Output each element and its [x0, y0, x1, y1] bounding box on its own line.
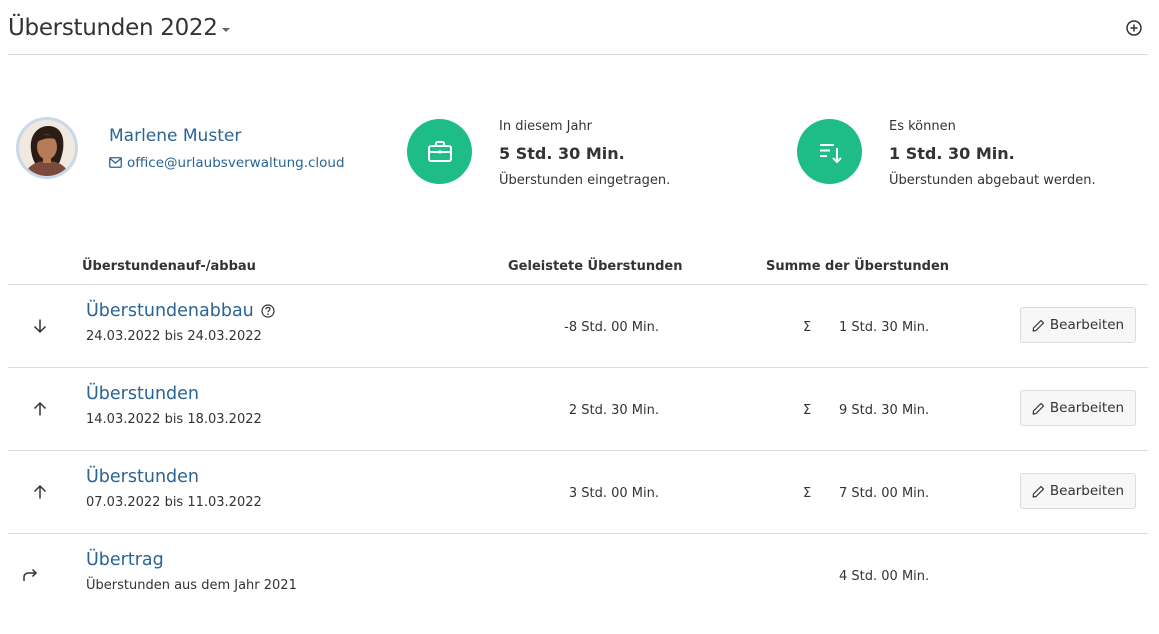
column-header-worked: Geleistete Überstunden: [508, 259, 683, 274]
row-worked: -8 Std. 00 Min.: [564, 320, 659, 335]
stat-value: 5 Std. 30 Min.: [499, 144, 625, 163]
row-title: Überstunden: [86, 384, 200, 404]
avatar: [16, 117, 78, 179]
person-profile: Marlene Muster office@urlaubsverwaltung.…: [16, 117, 345, 179]
row-subtitle: 07.03.2022 bis 11.03.2022: [86, 495, 262, 510]
year-selector[interactable]: Überstunden 2022: [8, 15, 230, 41]
overtime-table: Überstundenauf-/abbau Geleistete Überstu…: [8, 252, 1148, 616]
table-row: Überstundenabbau 24.03.2022 bis 24.03.20…: [8, 285, 1148, 368]
sigma-icon: Σ: [803, 486, 812, 501]
column-header-type: Überstundenauf-/abbau: [82, 259, 256, 274]
edit-button[interactable]: Bearbeiten: [1020, 390, 1136, 426]
row-title: Übertrag: [86, 550, 164, 570]
stat-caption-bottom: Überstunden abgebaut werden.: [889, 173, 1096, 188]
mail-icon: [109, 157, 122, 168]
forward-arrow-icon: [23, 568, 38, 581]
arrow-up-icon: [33, 484, 47, 499]
row-title: Überstundenabbau: [86, 301, 254, 321]
caret-down-icon: [221, 28, 230, 32]
row-subtitle: 24.03.2022 bis 24.03.2022: [86, 329, 262, 344]
person-email-link[interactable]: office@urlaubsverwaltung.cloud: [109, 155, 345, 171]
table-header: Überstundenauf-/abbau Geleistete Überstu…: [8, 252, 1148, 285]
arrow-up-icon: [33, 401, 47, 416]
edit-button[interactable]: Bearbeiten: [1020, 307, 1136, 343]
stat-text: In diesem Jahr 5 Std. 30 Min. Überstunde…: [499, 119, 670, 188]
stat-caption-bottom: Überstunden eingetragen.: [499, 173, 671, 188]
person-email-text: office@urlaubsverwaltung.cloud: [127, 154, 345, 171]
row-title-link[interactable]: Überstunden: [86, 467, 199, 487]
stat-value: 1 Std. 30 Min.: [889, 144, 1015, 163]
table-row: Überstunden 07.03.2022 bis 11.03.2022 3 …: [8, 451, 1148, 534]
row-sum: 1 Std. 30 Min.: [839, 320, 930, 335]
stat-entered: In diesem Jahr 5 Std. 30 Min. Überstunde…: [407, 119, 670, 188]
row-title-link[interactable]: Überstundenabbau: [86, 301, 275, 321]
sigma-icon: Σ: [803, 403, 812, 418]
pencil-icon: [1032, 319, 1045, 332]
edit-button[interactable]: Bearbeiten: [1020, 473, 1136, 509]
edit-button-label: Bearbeiten: [1049, 483, 1125, 499]
edit-button-label: Bearbeiten: [1049, 400, 1125, 416]
sigma-icon: Σ: [803, 320, 812, 335]
stat-text: Es können 1 Std. 30 Min. Überstunden abg…: [889, 119, 1096, 188]
stat-icon-circle: [797, 119, 862, 184]
person-name-link[interactable]: Marlene Muster: [109, 126, 345, 146]
stat-reducible: Es können 1 Std. 30 Min. Überstunden abg…: [797, 119, 1096, 188]
table-row: Übertrag Überstunden aus dem Jahr 2021 4…: [8, 534, 1148, 616]
help-icon[interactable]: [261, 304, 275, 318]
arrow-down-icon: [33, 319, 47, 334]
row-sum: 4 Std. 00 Min.: [839, 569, 930, 584]
person-info: Marlene Muster office@urlaubsverwaltung.…: [109, 126, 345, 171]
column-header-sum: Summe der Überstunden: [766, 259, 950, 274]
row-title: Überstunden: [86, 467, 200, 487]
row-worked: 3 Std. 00 Min.: [568, 486, 659, 501]
table-row: Überstunden 14.03.2022 bis 18.03.2022 2 …: [8, 368, 1148, 451]
stat-caption-top: In diesem Jahr: [499, 119, 593, 134]
pencil-icon: [1032, 485, 1045, 498]
stat-caption-top: Es können: [889, 119, 956, 134]
row-worked: 2 Std. 30 Min.: [568, 403, 659, 418]
row-subtitle: Überstunden aus dem Jahr 2021: [86, 578, 297, 593]
briefcase-icon: [427, 140, 452, 162]
row-title-link[interactable]: Übertrag: [86, 550, 164, 570]
page-title: Überstunden 2022: [8, 15, 218, 41]
edit-button-label: Bearbeiten: [1049, 317, 1125, 333]
plus-circle-icon[interactable]: [1126, 20, 1142, 36]
row-sum: 7 Std. 00 Min.: [839, 486, 930, 501]
page-header: Überstunden 2022: [8, 0, 1148, 55]
row-subtitle: 14.03.2022 bis 18.03.2022: [86, 412, 262, 427]
row-title-link[interactable]: Überstunden: [86, 384, 199, 404]
sort-down-icon: [819, 143, 842, 163]
pencil-icon: [1032, 402, 1045, 415]
stat-icon-circle: [407, 119, 472, 184]
row-sum: 9 Std. 30 Min.: [839, 403, 930, 418]
